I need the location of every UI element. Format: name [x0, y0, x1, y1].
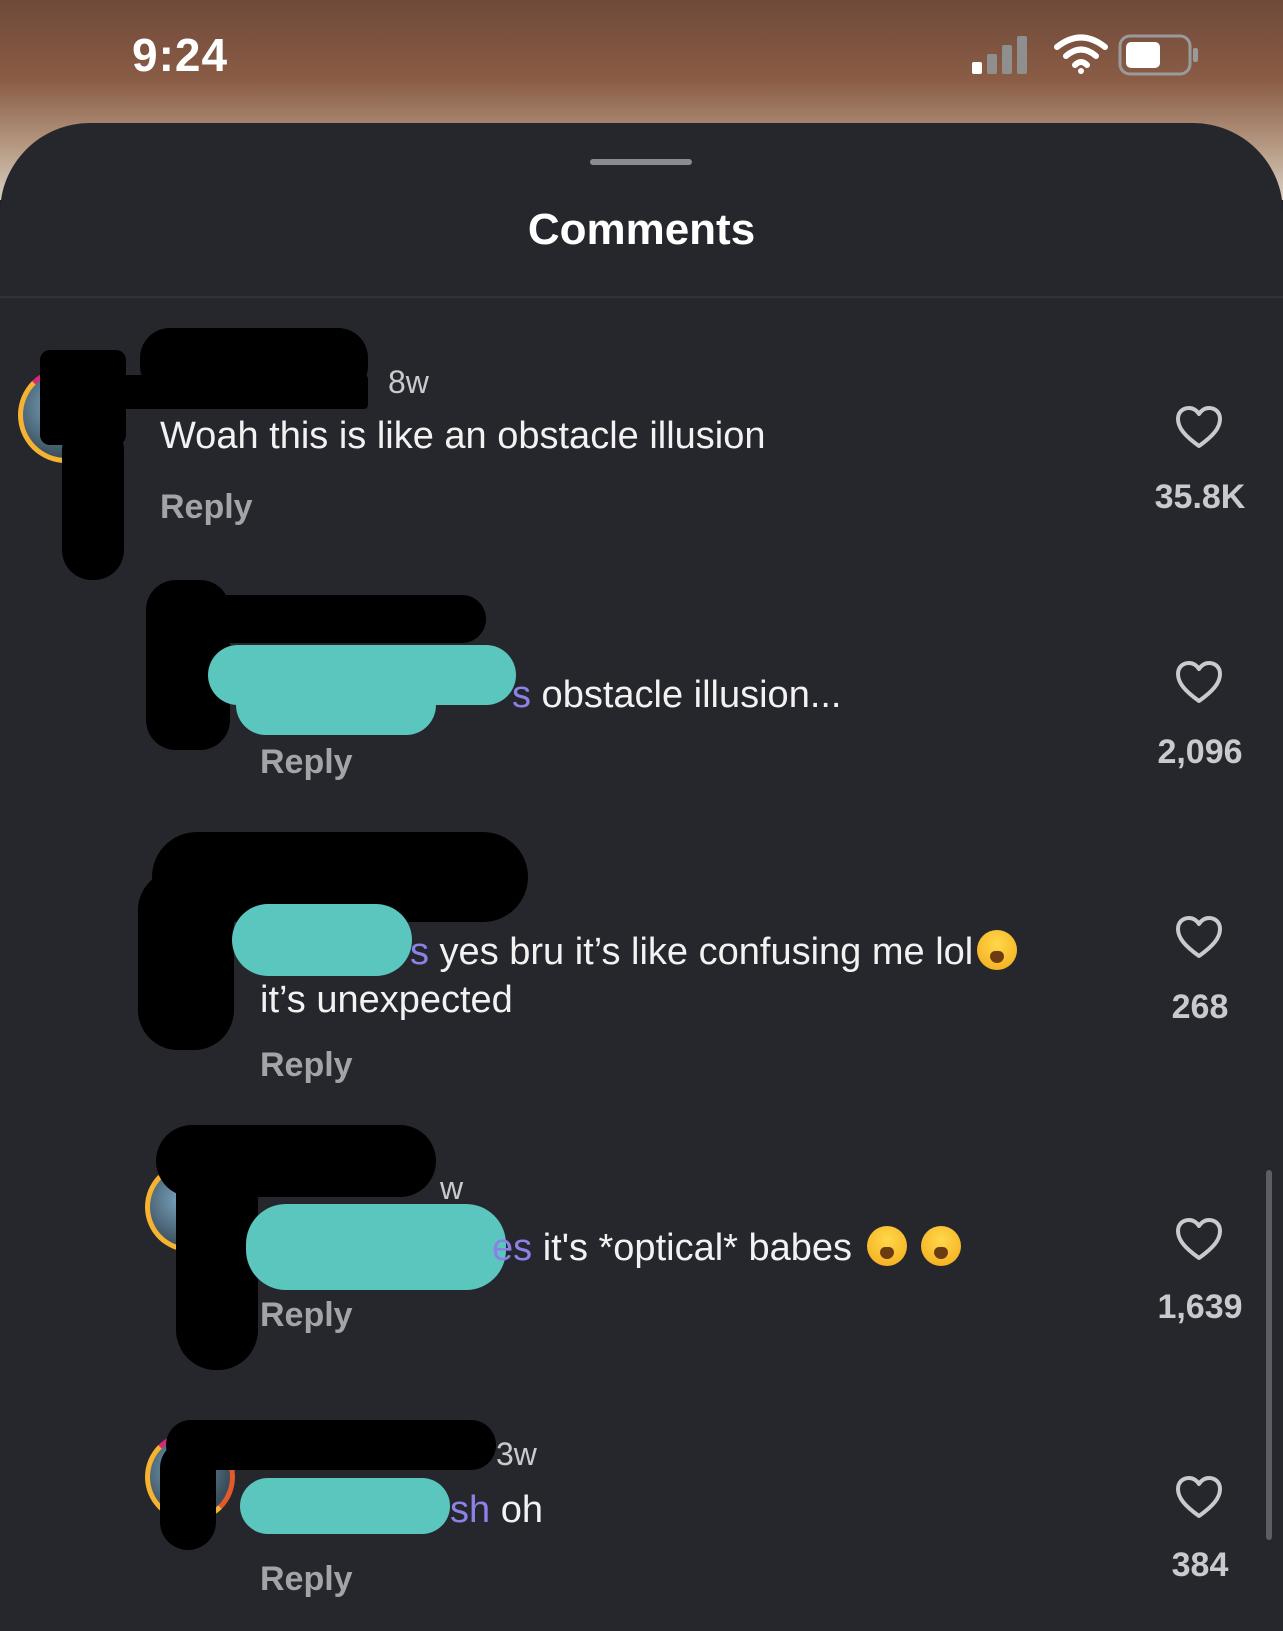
- like-count: 384: [1171, 1546, 1229, 1584]
- reply-button[interactable]: Reply: [260, 743, 353, 782]
- comment-time: 8w: [388, 364, 429, 400]
- reply-button[interactable]: Reply: [260, 1296, 353, 1335]
- redacted-avatar-mark: [138, 870, 234, 1050]
- redacted-avatar-mark: [160, 1440, 216, 1550]
- like-heart-icon[interactable]: [1175, 661, 1223, 705]
- reply-button[interactable]: Reply: [260, 1046, 353, 1085]
- like-heart-icon[interactable]: [1175, 1476, 1223, 1520]
- status-time: 9:24: [132, 29, 229, 81]
- scrollbar[interactable]: [1266, 1170, 1272, 1540]
- comment-body: Woah this is like an obstacle illusion: [160, 415, 766, 457]
- redacted-avatar-mark: [62, 420, 124, 580]
- comment-body: yes bru it’s like confusing me lol: [429, 931, 974, 973]
- redacted-username: [88, 375, 368, 409]
- like-count: 2,096: [1157, 733, 1243, 771]
- crying-face-emoji: [977, 930, 1018, 970]
- comment-body: obstacle illusion...: [531, 674, 842, 716]
- comment-time: 3w: [496, 1436, 537, 1472]
- comment-text: Woah this is like an obstacle illusion: [160, 412, 766, 460]
- comment-item: 3w sh oh Reply 384: [0, 1410, 1283, 1631]
- comment-body: it's *optical* babes: [532, 1227, 863, 1269]
- status-bar: 9:24: [0, 0, 1283, 110]
- battery-icon: [1118, 34, 1198, 76]
- comment-item: w es it's *optical* babes Reply 1,639: [0, 1120, 1283, 1370]
- cellular-signal-icon: [972, 36, 1027, 74]
- redacted-mention: [232, 904, 412, 976]
- comment-time: w: [440, 1170, 464, 1206]
- redacted-mention: [236, 675, 436, 735]
- sheet-title: Comments: [527, 205, 756, 254]
- mention-tag[interactable]: s: [410, 931, 429, 973]
- sheet-grabber-handle[interactable]: [590, 159, 692, 165]
- comment-text: s obstacle illusion...: [512, 671, 842, 719]
- like-count: 1,639: [1157, 1288, 1243, 1326]
- crying-face-emoji: [866, 1226, 907, 1266]
- comment-body: oh: [490, 1489, 543, 1531]
- crying-face-emoji: [920, 1226, 961, 1266]
- reply-button[interactable]: Reply: [260, 1560, 353, 1599]
- like-count: 35.8K: [1154, 478, 1246, 516]
- header-divider: [0, 296, 1283, 298]
- comment-text-line2: it’s unexpected: [260, 979, 513, 1021]
- reply-button[interactable]: Reply: [160, 488, 253, 527]
- redacted-mention: [246, 1204, 506, 1290]
- comment-text: s yes bru it’s like confusing me lol: [410, 928, 1018, 976]
- comment-text: es it's *optical* babes: [492, 1224, 961, 1272]
- like-count: 268: [1171, 988, 1229, 1026]
- like-heart-icon[interactable]: [1175, 406, 1223, 450]
- comment-item: s obstacle illusion... Reply 2,096: [0, 575, 1283, 805]
- like-heart-icon[interactable]: [1175, 1218, 1223, 1262]
- comment-text: sh oh: [450, 1486, 543, 1534]
- comment-item: 8w Woah this is like an obstacle illusio…: [0, 320, 1283, 580]
- mention-tag[interactable]: sh: [450, 1489, 490, 1531]
- like-heart-icon[interactable]: [1175, 916, 1223, 960]
- redacted-mention: [240, 1478, 450, 1534]
- mention-tag[interactable]: s: [512, 674, 531, 716]
- mention-tag[interactable]: es: [492, 1227, 532, 1269]
- wifi-icon: [1054, 34, 1108, 74]
- redacted-avatar-mark: [176, 1150, 258, 1370]
- comment-item: s yes bru it’s like confusing me lol it’…: [0, 830, 1283, 1100]
